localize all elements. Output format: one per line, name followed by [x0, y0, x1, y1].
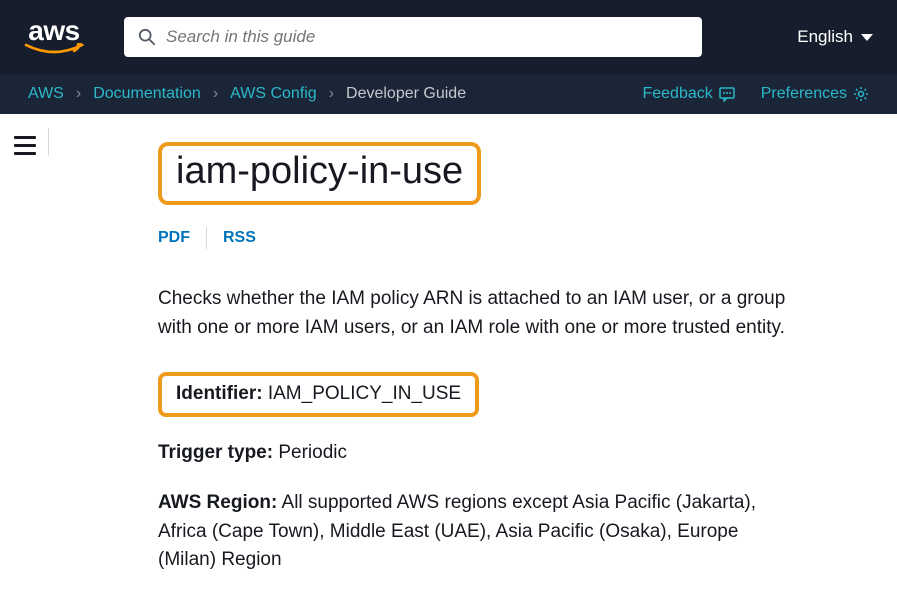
page-title: iam-policy-in-use	[176, 150, 463, 193]
aws-swoosh-icon	[24, 43, 84, 57]
caret-down-icon	[861, 34, 873, 41]
title-highlight-box: iam-policy-in-use	[158, 142, 481, 205]
chevron-right-icon: ›	[329, 85, 334, 103]
region-field: AWS Region: All supported AWS regions ex…	[158, 489, 797, 575]
body-wrap: iam-policy-in-use PDF RSS Checks whether…	[0, 114, 897, 614]
breadcrumb-actions: Feedback Preferences	[642, 85, 869, 103]
top-bar: aws English	[0, 0, 897, 74]
breadcrumb-documentation[interactable]: Documentation	[93, 85, 201, 103]
format-links: PDF RSS	[158, 227, 797, 249]
breadcrumb-bar: AWS › Documentation › AWS Config › Devel…	[0, 74, 897, 114]
rss-link[interactable]: RSS	[223, 229, 256, 247]
search-icon	[138, 28, 156, 46]
feedback-link[interactable]: Feedback	[642, 85, 734, 103]
aws-logo-text: aws	[28, 17, 79, 45]
breadcrumb-aws[interactable]: AWS	[28, 85, 64, 103]
identifier-highlight-box: Identifier: IAM_POLICY_IN_USE	[158, 372, 479, 417]
menu-toggle[interactable]	[14, 136, 36, 155]
description: Checks whether the IAM policy ARN is att…	[158, 285, 797, 342]
breadcrumb-product[interactable]: AWS Config	[230, 85, 317, 103]
feedback-label: Feedback	[642, 85, 712, 103]
search-input[interactable]	[166, 27, 688, 47]
breadcrumb-current: Developer Guide	[346, 85, 466, 103]
divider	[48, 128, 49, 156]
preferences-link[interactable]: Preferences	[761, 85, 869, 103]
language-label: English	[797, 27, 853, 47]
preferences-label: Preferences	[761, 85, 847, 103]
pdf-link[interactable]: PDF	[158, 229, 190, 247]
divider	[206, 227, 207, 249]
chevron-right-icon: ›	[76, 85, 81, 103]
gear-icon	[853, 86, 869, 102]
language-selector[interactable]: English	[797, 27, 873, 47]
identifier-field: Identifier: IAM_POLICY_IN_USE	[176, 380, 461, 409]
chevron-right-icon: ›	[213, 85, 218, 103]
main-content: iam-policy-in-use PDF RSS Checks whether…	[50, 114, 897, 614]
sidebar	[0, 114, 50, 614]
aws-logo[interactable]: aws	[24, 17, 84, 57]
trigger-field: Trigger type: Periodic	[158, 439, 797, 468]
chat-icon	[719, 86, 735, 102]
search-box[interactable]	[124, 17, 702, 57]
